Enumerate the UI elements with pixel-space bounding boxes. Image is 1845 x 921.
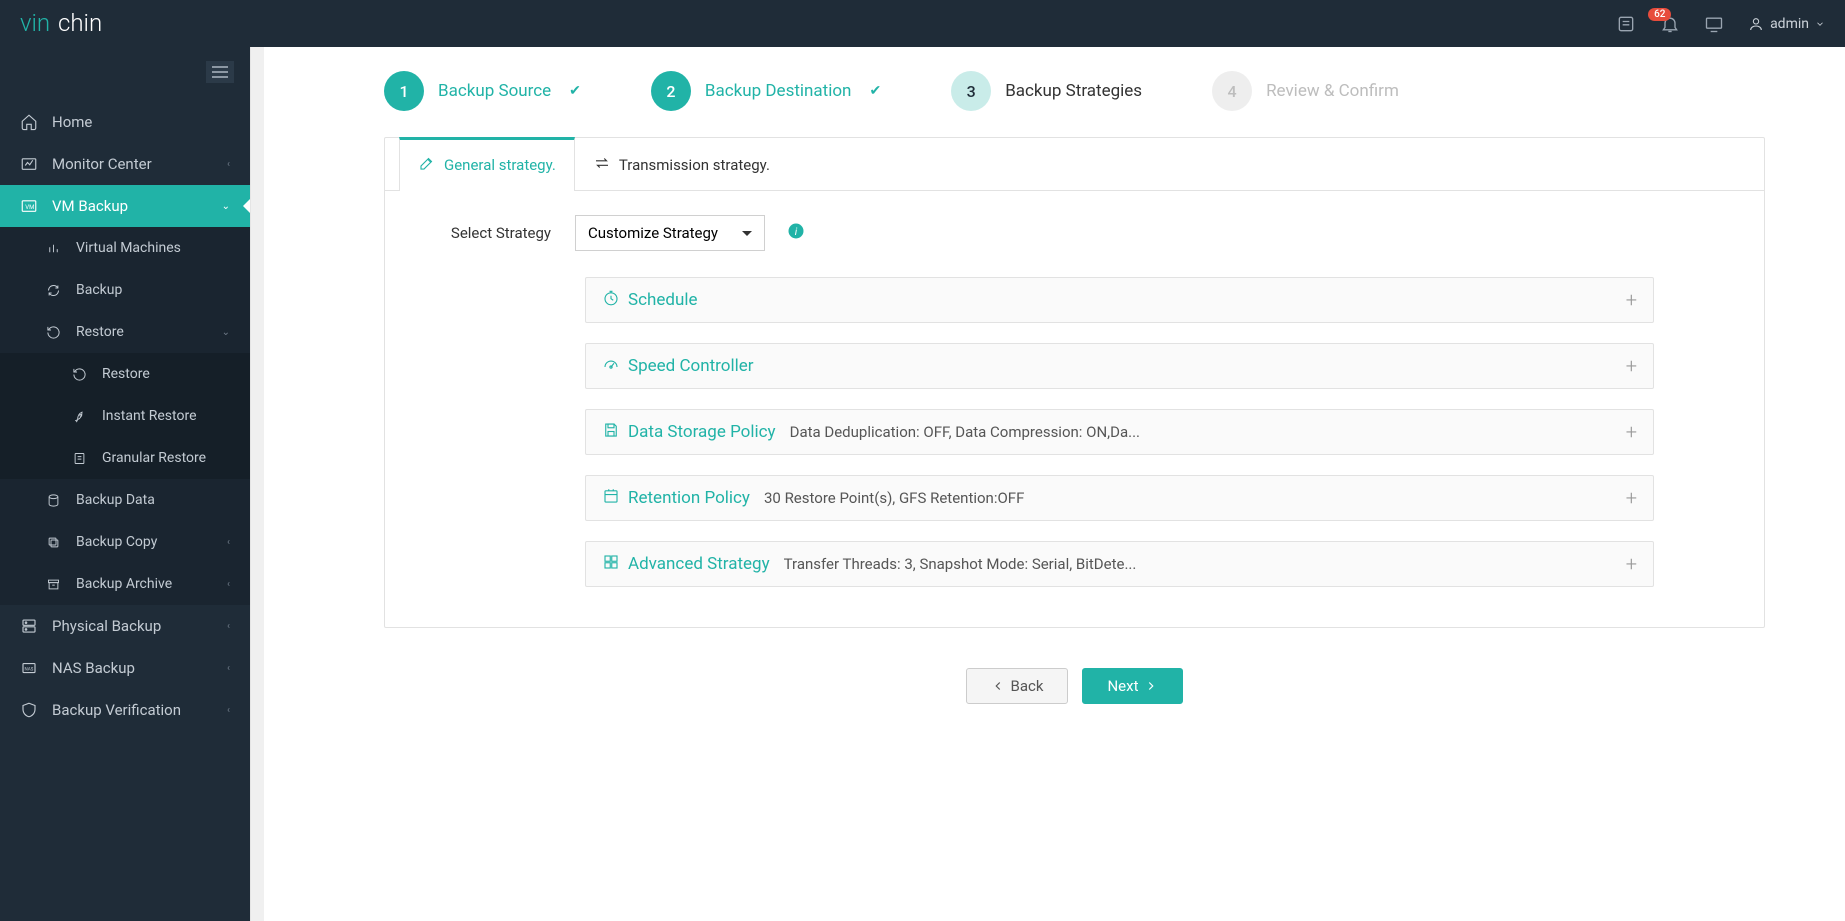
plus-icon: +: [1626, 552, 1637, 576]
chevron-icon: ‹: [227, 579, 230, 590]
arrow-right-icon: [1144, 679, 1158, 693]
check-icon: ✔: [569, 83, 581, 99]
pencil-icon: [418, 154, 436, 176]
nav-physical-backup[interactable]: Physical Backup ‹: [0, 605, 250, 647]
rocket-icon: [70, 407, 88, 425]
bell-icon[interactable]: 62: [1660, 14, 1680, 34]
plus-icon: +: [1626, 486, 1637, 510]
strategy-card: General strategy. Transmission strategy.…: [384, 137, 1765, 628]
acc-retention-policy[interactable]: Retention Policy 30 Restore Point(s), GF…: [585, 475, 1654, 521]
calendar-icon: [602, 487, 620, 510]
nav-instant-restore[interactable]: Instant Restore: [0, 395, 250, 437]
main: 1 Backup Source ✔ 2 Backup Destination ✔…: [250, 47, 1845, 921]
nav-monitor-center[interactable]: Monitor Center ‹: [0, 143, 250, 185]
tab-general-strategy[interactable]: General strategy.: [399, 137, 575, 190]
chevron-icon: ‹: [227, 621, 230, 632]
clock-icon: [602, 289, 620, 312]
file-icon: [70, 449, 88, 467]
topbar: vinchin 62 admin: [0, 0, 1845, 47]
grid-icon: [602, 553, 620, 576]
nas-icon: NAS: [20, 659, 38, 677]
acc-advanced-strategy[interactable]: Advanced Strategy Transfer Threads: 3, S…: [585, 541, 1654, 587]
chevron-down-icon: ⌄: [222, 201, 230, 212]
history-icon: [44, 323, 62, 341]
nav-vm-backup[interactable]: VM VM Backup ⌄: [0, 185, 250, 227]
select-strategy-row: Select Strategy Customize Strategy i: [385, 191, 1764, 277]
chevron-down-icon: ⌄: [222, 327, 230, 338]
step-backup-destination[interactable]: 2 Backup Destination ✔: [651, 71, 881, 111]
nav-restore-restore[interactable]: Restore: [0, 353, 250, 395]
nav-backup-copy[interactable]: Backup Copy ‹: [0, 521, 250, 563]
scroll-track[interactable]: [250, 47, 264, 921]
chevron-icon: ‹: [227, 663, 230, 674]
archive-icon: [44, 575, 62, 593]
logo: vinchin: [20, 11, 180, 37]
server-icon: [20, 617, 38, 635]
nav-nas-backup[interactable]: NAS NAS Backup ‹: [0, 647, 250, 689]
chevron-icon: ‹: [227, 705, 230, 716]
user-menu[interactable]: admin: [1748, 16, 1825, 32]
chevron-icon: ‹: [227, 159, 230, 170]
notification-badge: 62: [1648, 8, 1671, 21]
step-backup-strategies[interactable]: 3 Backup Strategies: [951, 71, 1142, 111]
save-icon: [602, 421, 620, 444]
swap-icon: [593, 154, 611, 176]
nav-backup-archive[interactable]: Backup Archive ‹: [0, 563, 250, 605]
select-strategy-label: Select Strategy: [385, 224, 575, 242]
sidebar: Home Monitor Center ‹ VM VM Backup ⌄ Vir…: [0, 47, 250, 921]
info-icon[interactable]: i: [787, 222, 805, 244]
chevron-icon: ‹: [227, 537, 230, 548]
nav-backup-data[interactable]: Backup Data: [0, 479, 250, 521]
nav-backup-verification[interactable]: Backup Verification ‹: [0, 689, 250, 731]
username: admin: [1770, 16, 1809, 32]
nav-home[interactable]: Home: [0, 101, 250, 143]
nav-granular-restore[interactable]: Granular Restore: [0, 437, 250, 479]
next-button[interactable]: Next: [1082, 668, 1183, 704]
monitor-icon[interactable]: [1704, 14, 1724, 34]
arrow-left-icon: [991, 679, 1005, 693]
plus-icon: +: [1626, 420, 1637, 444]
shield-icon: [20, 701, 38, 719]
nav-restore[interactable]: Restore ⌄: [0, 311, 250, 353]
sidebar-toggle[interactable]: [206, 61, 234, 83]
acc-data-storage-policy[interactable]: Data Storage Policy Data Deduplication: …: [585, 409, 1654, 455]
tab-transmission-strategy[interactable]: Transmission strategy.: [575, 137, 788, 190]
chart-icon: [20, 155, 38, 173]
wizard-steps: 1 Backup Source ✔ 2 Backup Destination ✔…: [384, 71, 1765, 111]
acc-schedule[interactable]: Schedule +: [585, 277, 1654, 323]
refresh-icon: [44, 281, 62, 299]
chevron-down-icon: [1815, 19, 1825, 29]
tabs: General strategy. Transmission strategy.: [385, 138, 1764, 191]
vm-icon: VM: [20, 197, 38, 215]
svg-text:NAS: NAS: [25, 666, 34, 672]
copy-icon: [44, 533, 62, 551]
svg-text:vin: vin: [20, 11, 50, 37]
acc-summary: 30 Restore Point(s), GFS Retention:OFF: [764, 489, 1626, 507]
step-backup-source[interactable]: 1 Backup Source ✔: [384, 71, 581, 111]
bars-icon: [44, 239, 62, 257]
step-review-confirm[interactable]: 4 Review & Confirm: [1212, 71, 1399, 111]
database-icon: [44, 491, 62, 509]
back-button[interactable]: Back: [966, 668, 1069, 704]
select-strategy-dropdown[interactable]: Customize Strategy: [575, 215, 765, 251]
nav-virtual-machines[interactable]: Virtual Machines: [0, 227, 250, 269]
acc-summary: Transfer Threads: 3, Snapshot Mode: Seri…: [784, 555, 1626, 573]
svg-text:VM: VM: [25, 204, 34, 211]
acc-summary: Data Deduplication: OFF, Data Compressio…: [790, 423, 1626, 441]
nav-backup[interactable]: Backup: [0, 269, 250, 311]
notes-icon[interactable]: [1616, 14, 1636, 34]
gauge-icon: [602, 355, 620, 378]
history-icon: [70, 365, 88, 383]
check-icon: ✔: [869, 83, 881, 99]
home-icon: [20, 113, 38, 131]
plus-icon: +: [1626, 354, 1637, 378]
acc-speed-controller[interactable]: Speed Controller +: [585, 343, 1654, 389]
plus-icon: +: [1626, 288, 1637, 312]
svg-text:chin: chin: [58, 11, 102, 37]
wizard-footer: Back Next: [384, 668, 1765, 710]
